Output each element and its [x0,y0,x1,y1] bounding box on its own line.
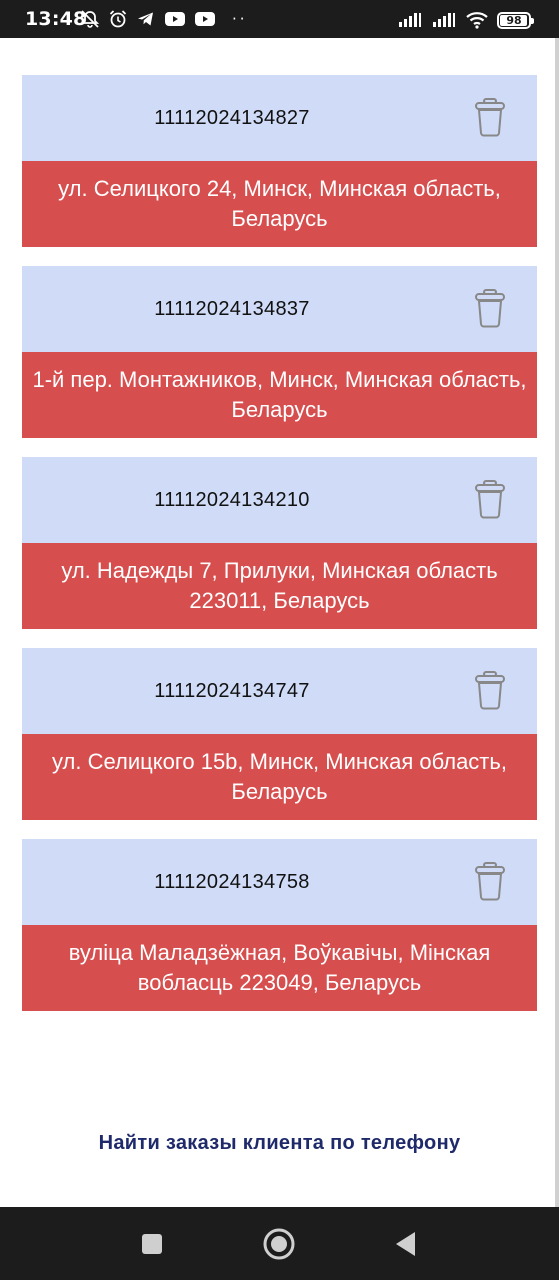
signal-icon [399,13,421,27]
trash-icon[interactable] [473,479,507,519]
home-button[interactable] [249,1207,309,1280]
notifications-off-icon [80,10,100,28]
telegram-icon [138,12,153,26]
battery-icon: 98 [497,11,534,29]
order-number: 11112024134827 [154,106,310,129]
order-card[interactable]: 11112024134758 вуліца Маладзёжная, Воўка… [22,839,537,1011]
order-address[interactable]: ул. Селицкого 15b, Минск, Минская област… [22,734,537,820]
order-number: 11112024134747 [154,679,310,702]
order-card[interactable]: 11112024134747 ул. Селицкого 15b, Минск,… [22,648,537,820]
trash-icon[interactable] [473,288,507,328]
recents-square-icon [142,1233,162,1254]
order-address[interactable]: 1-й пер. Монтажников, Минск, Минская обл… [22,352,537,438]
order-header[interactable]: 11112024134837 [22,266,537,352]
order-card[interactable]: 11112024134837 1-й пер. Монтажников, Мин… [22,266,537,438]
find-orders-by-phone-link[interactable]: Найти заказы клиента по телефону [0,1132,559,1155]
more-notifications-dots: ·· [232,10,248,28]
trash-icon[interactable] [473,861,507,901]
navigation-bar [0,1207,559,1280]
alarm-icon [109,10,127,28]
recents-button[interactable] [122,1207,182,1280]
status-time: 13:48 [25,8,87,30]
order-header[interactable]: 11112024134210 [22,457,537,543]
order-header[interactable]: 11112024134758 [22,839,537,925]
order-address[interactable]: ул. Селицкого 24, Минск, Минская область… [22,161,537,247]
order-header[interactable]: 11112024134747 [22,648,537,734]
trash-icon[interactable] [473,97,507,137]
youtube-icon [195,12,215,26]
order-address[interactable]: ул. Надежды 7, Прилуки, Минская область … [22,543,537,629]
home-circle-icon [263,1228,295,1259]
back-button[interactable] [376,1207,436,1280]
order-card[interactable]: 11112024134210 ул. Надежды 7, Прилуки, М… [22,457,537,629]
scrollbar-thumb[interactable] [555,38,559,1207]
youtube-icon [165,12,185,26]
order-number: 11112024134837 [154,297,310,320]
scrollbar[interactable] [555,38,559,1207]
back-triangle-icon [396,1231,415,1256]
signal-icon [433,13,455,27]
status-bar: 13:48 ·· 98 [0,0,559,38]
order-card[interactable]: 11112024134827 ул. Селицкого 24, Минск, … [22,75,537,247]
trash-icon[interactable] [473,670,507,710]
order-header[interactable]: 11112024134827 [22,75,537,161]
battery-level: 98 [506,13,522,27]
wifi-icon [466,12,488,29]
order-address[interactable]: вуліца Маладзёжная, Воўкавічы, Мінская в… [22,925,537,1011]
order-number: 11112024134210 [154,488,310,511]
order-number: 11112024134758 [154,870,310,893]
